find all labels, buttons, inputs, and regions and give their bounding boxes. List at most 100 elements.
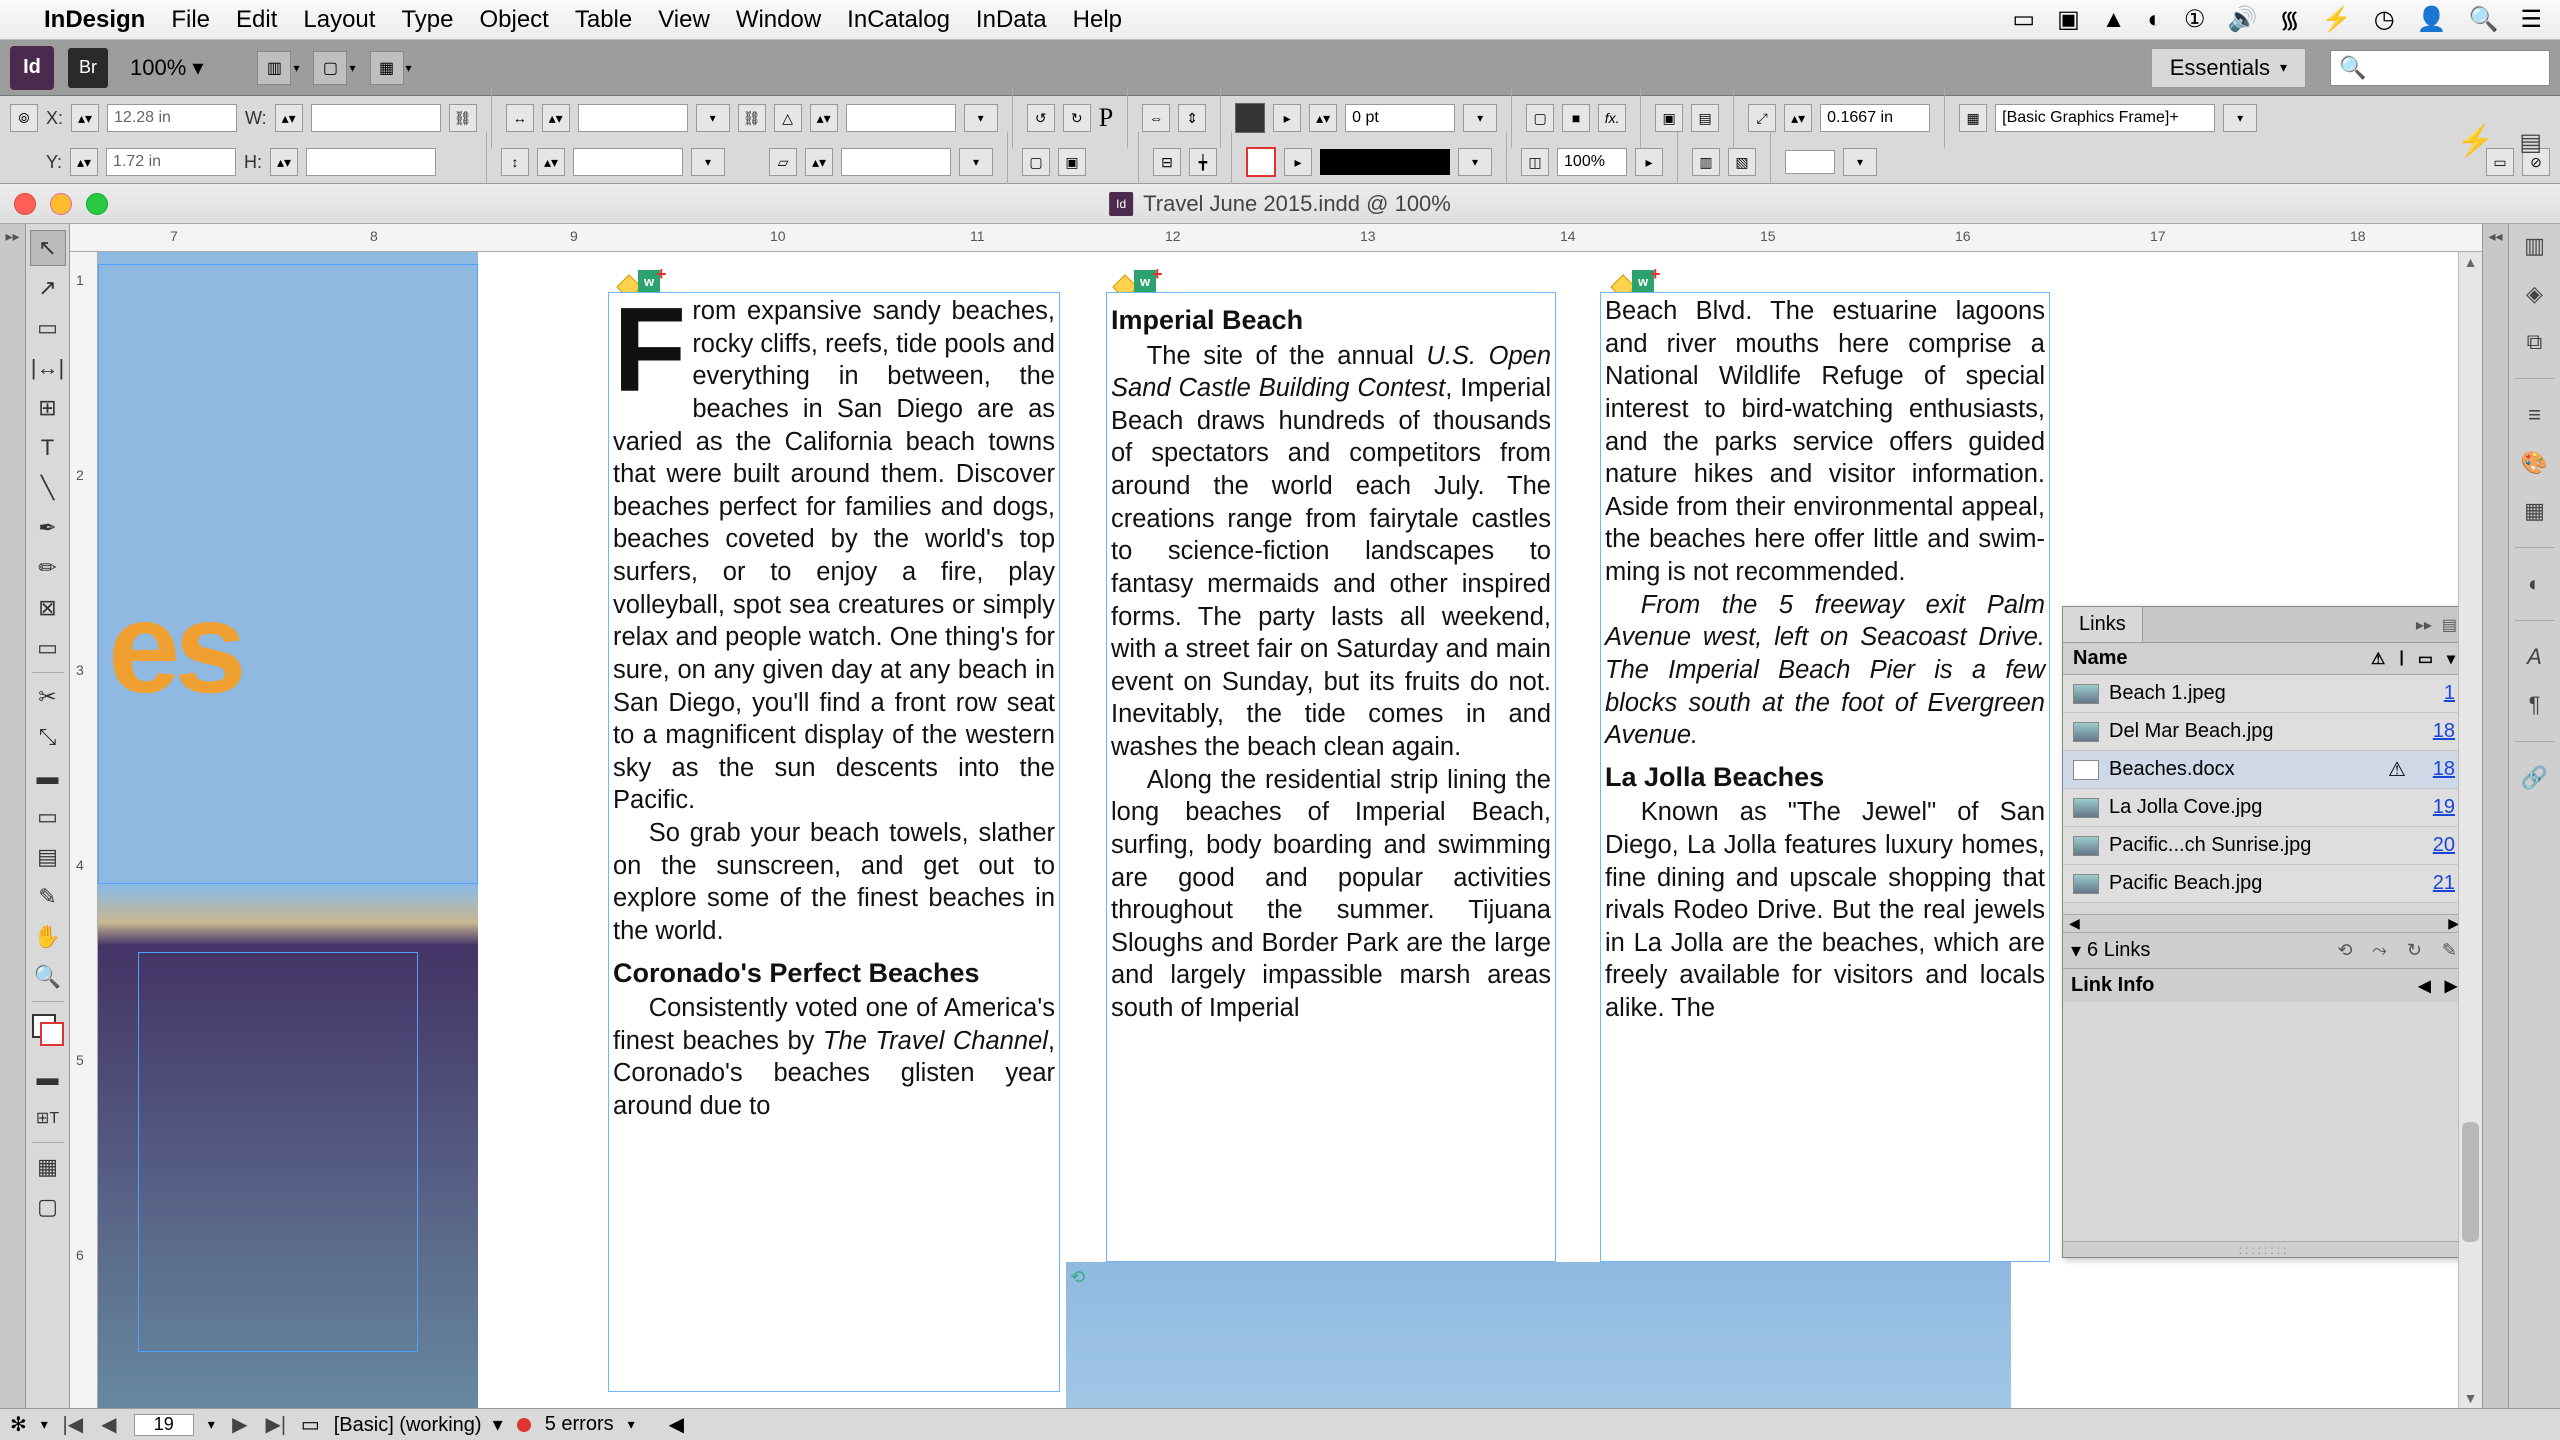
character-panel-icon[interactable]: A — [2517, 639, 2553, 675]
next-page-button[interactable]: ▶ — [229, 1412, 251, 1437]
align-left-edges-icon[interactable]: ⊟ — [1153, 148, 1181, 176]
link-row[interactable]: Pacific...ch Sunrise.jpg 20 — [2063, 827, 2465, 865]
links-header-status-icon[interactable]: ⚠ — [2371, 649, 2385, 669]
rotate-cw-icon[interactable]: ↻ — [1063, 104, 1091, 132]
scroll-down-icon[interactable]: ▼ — [2459, 1388, 2482, 1408]
stepper-icon[interactable]: ▴▾ — [805, 148, 833, 176]
text-wrap-jump-icon[interactable]: ▥ — [1692, 148, 1720, 176]
text-frame-col3[interactable]: Beach Blvd. The estuarine lagoons and ri… — [1600, 292, 2050, 1262]
stepper-icon[interactable]: ▴▾ — [275, 104, 303, 132]
text-frame-col1[interactable]: From expansive sandy bea­ches, rocky cli… — [608, 292, 1060, 1392]
menulet-cc-icon[interactable]: ◐ — [2148, 6, 2163, 34]
text-wrap-none-icon[interactable]: ▣ — [1655, 104, 1683, 132]
menu-indata[interactable]: InData — [976, 6, 1047, 34]
menu-object[interactable]: Object — [479, 6, 548, 34]
prev-link-icon[interactable]: ◀ — [2418, 976, 2430, 996]
dropdown-icon[interactable]: ▾ — [959, 148, 993, 176]
effects-icon[interactable]: fx. — [1598, 104, 1626, 132]
menulet-volume-icon[interactable]: 🔊 — [2228, 5, 2258, 34]
stepper-icon[interactable]: ▴▾ — [810, 104, 838, 132]
menu-type[interactable]: Type — [401, 6, 453, 34]
menu-edit[interactable]: Edit — [236, 6, 277, 34]
links-panel-icon[interactable]: ⧉ — [2517, 324, 2553, 360]
disclosure-icon[interactable]: ▾ — [2071, 938, 2081, 963]
window-close-button[interactable] — [14, 193, 36, 215]
panel-resize-grip[interactable]: :::::::: — [2063, 1241, 2465, 1257]
gap-input[interactable] — [1820, 104, 1930, 132]
menulet-list-icon[interactable]: ☰ — [2520, 5, 2542, 34]
stroke-swatch[interactable] — [1246, 147, 1276, 177]
text-wrap-around-icon[interactable]: ▤ — [1691, 104, 1719, 132]
status-dropdown-icon[interactable]: ▾ — [41, 1416, 48, 1433]
page-menu-icon[interactable]: ▾ — [208, 1416, 215, 1433]
align-centers-icon[interactable]: ╈ — [1189, 148, 1217, 176]
collapse-panel-icon[interactable]: ◂◂ — [2483, 224, 2508, 248]
rectangle-tool-icon[interactable]: ▭ — [30, 630, 66, 666]
color-panel-icon[interactable]: 🎨 — [2517, 445, 2553, 481]
fill-dropdown-icon[interactable]: ▸ — [1273, 104, 1301, 132]
corner-shape-display[interactable] — [1785, 150, 1835, 174]
stroke-weight-input[interactable] — [1345, 104, 1455, 132]
gradient-swatch-tool-icon[interactable]: ▬ — [30, 759, 66, 795]
scale-x-icon[interactable]: ↔ — [506, 104, 534, 132]
menulet-clock-icon[interactable]: ◷ — [2374, 5, 2395, 34]
paragraph-panel-icon[interactable]: ¶ — [2517, 687, 2553, 723]
rotate-icon[interactable]: △ — [774, 104, 802, 132]
app-menu[interactable]: InDesign — [44, 6, 145, 34]
horizontal-ruler[interactable]: 7 8 9 10 11 12 13 14 15 16 17 18 — [70, 224, 2482, 252]
scale-y-icon[interactable]: ↕ — [501, 148, 529, 176]
next-link-icon[interactable]: ▶ — [2445, 976, 2457, 996]
corner-icon[interactable]: ▢ — [1526, 104, 1554, 132]
panel-collapse-icon[interactable]: ▸▸ — [2416, 615, 2432, 635]
link-row[interactable]: Pacific Beach.jpg 21 — [2063, 865, 2465, 903]
menu-incatalog[interactable]: InCatalog — [847, 6, 950, 34]
select-content-icon[interactable]: ▣ — [1058, 148, 1086, 176]
stepper-icon[interactable]: ▴▾ — [71, 104, 99, 132]
menulet-wifi-icon[interactable]: ᯾ — [2279, 3, 2299, 36]
formatting-text-icon[interactable]: ⊞T — [30, 1100, 66, 1136]
type-tool-icon[interactable]: T — [30, 430, 66, 466]
link-page[interactable]: 18 — [2419, 720, 2455, 743]
stroke-panel-icon[interactable]: ≡ — [2517, 397, 2553, 433]
fit-content-icon[interactable]: ⤢ — [1748, 104, 1776, 132]
dropdown-icon[interactable]: ▾ — [293, 61, 299, 75]
quick-apply-icon[interactable]: ⚡ — [2457, 124, 2494, 159]
hyperlinks-panel-icon[interactable]: 🔗 — [2517, 760, 2553, 796]
link-page[interactable]: 18 — [2419, 758, 2455, 781]
pen-tool-icon[interactable]: ✒ — [30, 510, 66, 546]
vertical-ruler[interactable]: 1 2 3 4 5 6 — [70, 252, 98, 1408]
content-collector-tool-icon[interactable]: ⊞ — [30, 390, 66, 426]
link-page[interactable]: 19 — [2419, 796, 2455, 819]
apply-color-icon[interactable]: ▬ — [30, 1060, 66, 1096]
note-tool-icon[interactable]: ▤ — [30, 839, 66, 875]
flip-v-icon[interactable]: ⇕ — [1178, 104, 1206, 132]
menu-file[interactable]: File — [171, 6, 210, 34]
pencil-tool-icon[interactable]: ✏ — [30, 550, 66, 586]
stepper-icon[interactable]: ▴▾ — [70, 148, 98, 176]
link-row[interactable]: La Jolla Cove.jpg 19 — [2063, 789, 2465, 827]
update-link-icon[interactable]: ↻ — [2407, 940, 2422, 961]
goto-link-icon[interactable]: ⤳ — [2372, 940, 2386, 961]
layer-status[interactable]: [Basic] (working) ▾ — [334, 1412, 503, 1437]
flip-h-icon[interactable]: ⇔ — [1142, 104, 1170, 132]
hscroll-left-icon[interactable]: ◀ — [669, 1412, 684, 1437]
scissors-tool-icon[interactable]: ✂ — [30, 679, 66, 715]
gradient-feather-tool-icon[interactable]: ▭ — [30, 799, 66, 835]
fill-stroke-swatch[interactable] — [30, 1012, 66, 1052]
links-header-dropdown-icon[interactable]: ▾ — [2447, 649, 2455, 669]
link-page[interactable]: 20 — [2419, 834, 2455, 857]
screen-mode-preview-icon[interactable]: ▢ — [30, 1189, 66, 1225]
rotate-input[interactable] — [846, 104, 956, 132]
swatches-panel-icon[interactable]: ▦ — [2517, 493, 2553, 529]
screen-mode-normal-icon[interactable]: ▦ — [30, 1149, 66, 1185]
page-number-input[interactable] — [134, 1414, 194, 1436]
link-page[interactable]: 21 — [2419, 872, 2455, 895]
menu-help[interactable]: Help — [1073, 6, 1122, 34]
text-wrap-contour-icon[interactable]: ▧ — [1728, 148, 1756, 176]
constrain-scale-icon[interactable]: ⛓ — [738, 104, 766, 132]
stroke-weight-stepper-icon[interactable]: ▴▾ — [1309, 104, 1337, 132]
relink-icon[interactable]: ⟲ — [2337, 940, 2352, 961]
stroke-style-swatch[interactable] — [1320, 149, 1450, 175]
control-menu-icon[interactable]: ▤ — [2519, 128, 2542, 157]
stepper-icon[interactable]: ▴▾ — [270, 148, 298, 176]
